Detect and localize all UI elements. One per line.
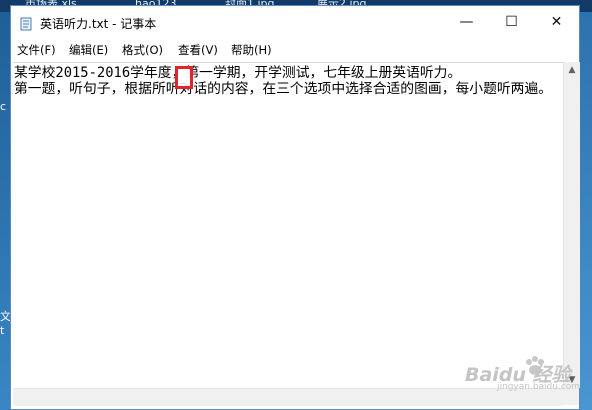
menu-format[interactable]: 格式(O) (122, 42, 163, 58)
desktop-label-fragment: t (0, 324, 5, 337)
watermark-url: jingyan.baidu.com (497, 382, 581, 392)
cursor-highlight-box (175, 66, 193, 89)
scroll-track[interactable] (567, 79, 577, 371)
menu-help[interactable]: 帮助(H) (231, 42, 272, 58)
maximize-button[interactable]: ☐ (489, 6, 534, 38)
notepad-window: 英语听力.txt - 记事本 — ☐ ✕ 文件(F) 编辑(E) 格式(O) 查… (10, 5, 580, 410)
window-title: 英语听力.txt - 记事本 (40, 17, 157, 31)
vertical-scrollbar[interactable]: ▲ ▼ (563, 62, 580, 388)
document-text[interactable]: 某学校2015-2016学年度，第一学期，开学测试，七年级上册英语听力。 第一题… (14, 65, 562, 97)
close-icon: ✕ (550, 14, 563, 30)
title-bar[interactable]: 英语听力.txt - 记事本 — ☐ ✕ (11, 6, 579, 38)
desktop-background (0, 12, 10, 410)
text-editor[interactable]: 某学校2015-2016学年度，第一学期，开学测试，七年级上册英语听力。 第一题… (13, 62, 563, 389)
minimize-button[interactable]: — (444, 6, 489, 38)
desktop-label-fragment: c (0, 100, 7, 113)
baidu-watermark: Baidu 经验 jingyan.baidu.com (459, 356, 581, 398)
menu-edit[interactable]: 编辑(E) (69, 42, 108, 58)
maximize-icon: ☐ (505, 14, 518, 30)
scroll-up-icon[interactable]: ▲ (564, 62, 580, 78)
close-button[interactable]: ✕ (534, 6, 579, 38)
menu-file[interactable]: 文件(F) (17, 42, 56, 58)
menu-bar: 文件(F) 编辑(E) 格式(O) 查看(V) 帮助(H) (11, 39, 579, 61)
menu-view[interactable]: 查看(V) (178, 42, 218, 58)
minimize-icon: — (459, 14, 474, 30)
desktop-background (580, 12, 592, 410)
notepad-icon (19, 16, 33, 31)
